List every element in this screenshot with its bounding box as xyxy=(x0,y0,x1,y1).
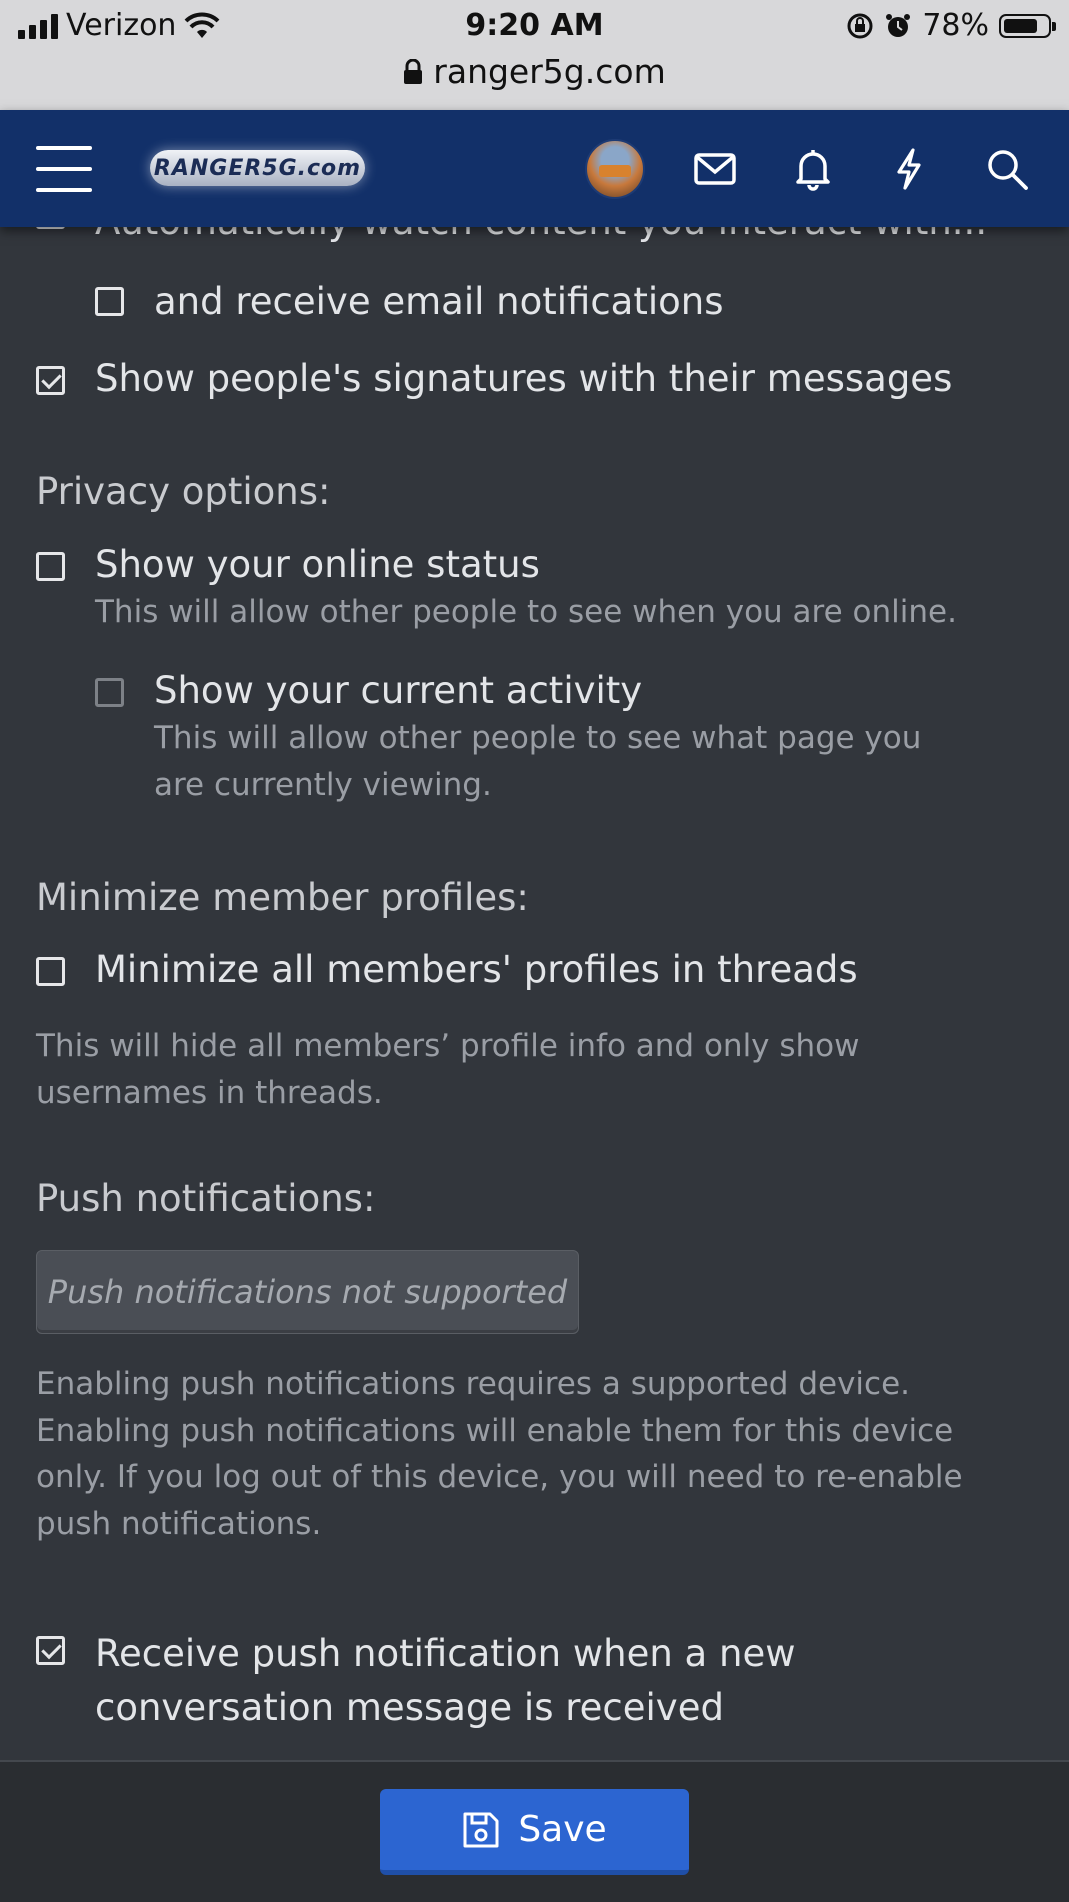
system-indicators: 78% xyxy=(846,8,1056,43)
avatar[interactable] xyxy=(585,139,645,199)
push-hint-line-3: only. If you log out of this device, you… xyxy=(36,1459,963,1495)
push-heading: Push notifications: xyxy=(36,1177,376,1220)
activity-checkbox[interactable] xyxy=(95,678,124,707)
push-conversation-label-line-2: conversation message is received xyxy=(95,1685,724,1729)
site-logo[interactable]: RANGER5G.com xyxy=(150,150,365,186)
minimize-hint-line-2: usernames in threads. xyxy=(36,1074,383,1111)
floppy-disk-icon xyxy=(463,1812,499,1847)
signatures-row[interactable]: Show people's signatures with their mess… xyxy=(36,357,952,401)
online-status-checkbox[interactable] xyxy=(36,552,65,581)
activity-row[interactable]: Show your current activity This will all… xyxy=(95,669,921,808)
bolt-icon[interactable] xyxy=(886,146,932,192)
push-hint-line-1: Enabling push notifications requires a s… xyxy=(36,1366,910,1402)
orientation-lock-icon xyxy=(847,13,873,38)
minimize-label: Minimize all members' profiles in thread… xyxy=(95,948,858,991)
minimize-row[interactable]: Minimize all members' profiles in thread… xyxy=(36,948,858,992)
push-hint: Enabling push notifications requires a s… xyxy=(36,1361,963,1547)
save-button[interactable]: Save xyxy=(380,1789,689,1875)
minimize-checkbox[interactable] xyxy=(36,957,65,986)
activity-hint-line-2: are currently viewing. xyxy=(154,766,492,803)
activity-label: Show your current activity xyxy=(154,669,643,712)
minimize-hint-line-1: This will hide all members’ profile info… xyxy=(36,1028,860,1064)
address-bar[interactable]: ranger5g.com xyxy=(0,52,1069,91)
privacy-heading: Privacy options: xyxy=(36,470,331,513)
signatures-label: Show people's signatures with their mess… xyxy=(95,357,953,400)
push-hint-line-4: push notifications. xyxy=(36,1505,322,1542)
email-notify-row[interactable]: and receive email notifications xyxy=(95,280,724,324)
menu-icon[interactable] xyxy=(36,146,92,192)
activity-hint-line-1: This will allow other people to see what… xyxy=(154,720,922,757)
site-header: RANGER5G.com xyxy=(0,110,1069,227)
battery-percent: 78% xyxy=(922,8,989,43)
push-conversation-checkbox[interactable] xyxy=(36,1636,65,1665)
minimize-heading: Minimize member profiles: xyxy=(36,876,529,919)
minimize-hint: This will hide all members’ profile info… xyxy=(36,1023,860,1116)
form-footer: Save xyxy=(0,1760,1069,1902)
battery-icon xyxy=(999,13,1056,38)
push-conversation-label-line-1: Receive push notification when a new xyxy=(95,1632,796,1675)
push-conversation-row[interactable]: Receive push notification when a new con… xyxy=(36,1627,795,1734)
email-notify-checkbox[interactable] xyxy=(95,287,124,316)
status-bar: Verizon 9:20 AM 78% ranger5g.com xyxy=(0,0,1069,110)
mail-icon[interactable] xyxy=(692,146,738,192)
url-text: ranger5g.com xyxy=(433,52,666,91)
alarm-icon xyxy=(886,13,911,37)
lock-icon xyxy=(404,58,423,84)
push-notifications-button[interactable]: Push notifications not supported xyxy=(36,1250,579,1334)
online-status-row[interactable]: Show your online status This will allow … xyxy=(36,543,957,636)
bell-icon[interactable] xyxy=(790,146,836,192)
push-hint-line-2: Enabling push notifications will enable … xyxy=(36,1412,954,1449)
online-status-hint: This will allow other people to see when… xyxy=(95,594,957,631)
email-notify-label: and receive email notifications xyxy=(154,280,724,323)
save-label: Save xyxy=(518,1809,607,1850)
signatures-checkbox[interactable] xyxy=(36,366,65,395)
search-icon[interactable] xyxy=(984,146,1030,192)
online-status-label: Show your online status xyxy=(95,543,540,586)
